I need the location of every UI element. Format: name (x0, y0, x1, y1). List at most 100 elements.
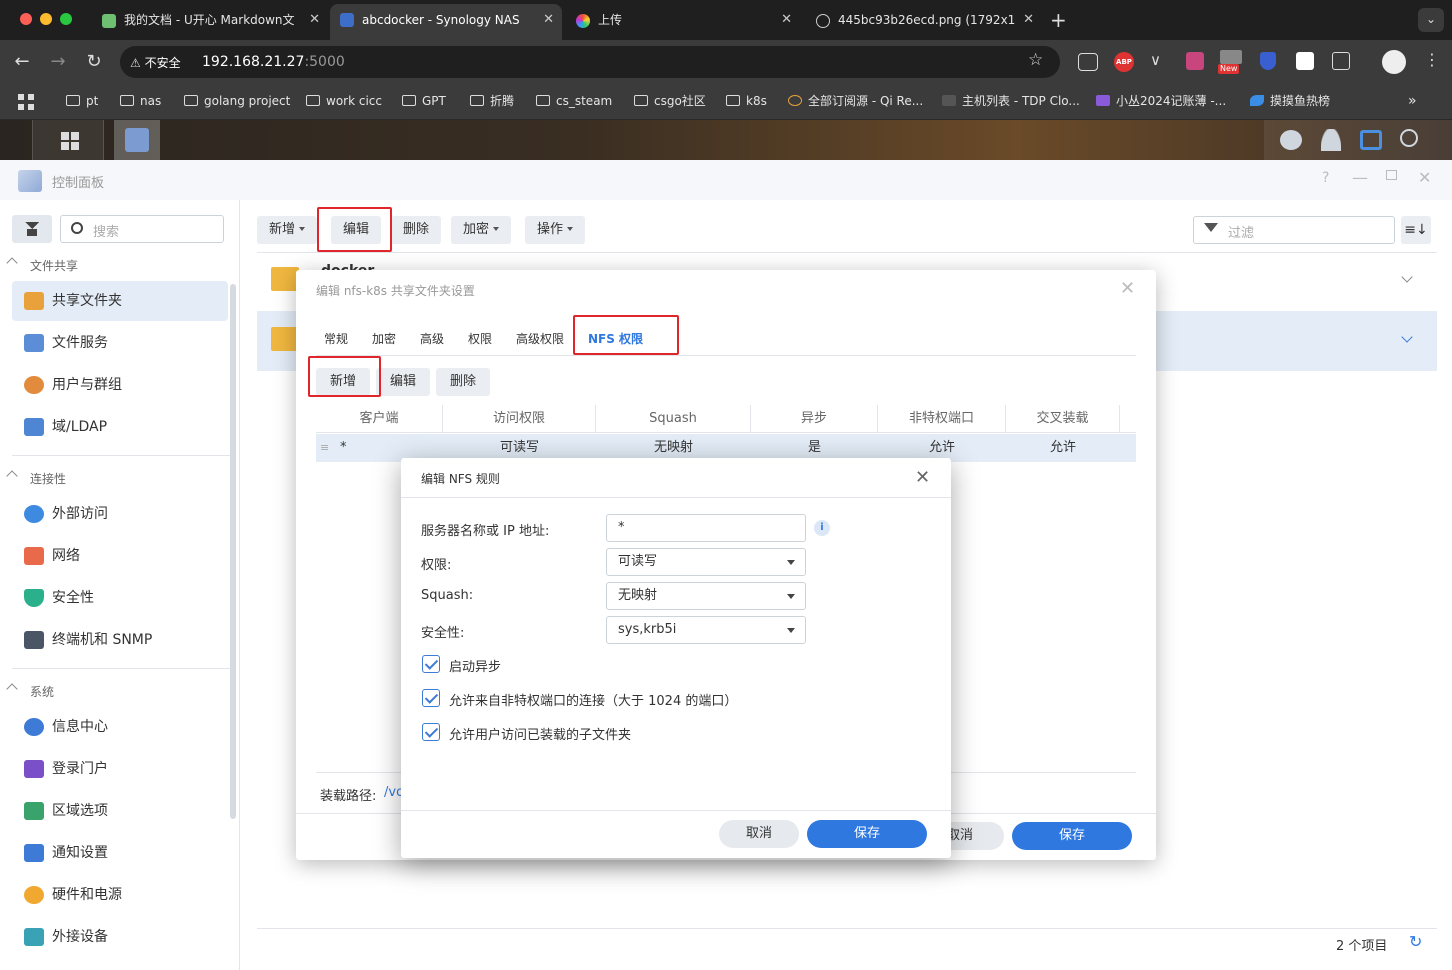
back-icon[interactable]: ← (10, 50, 34, 74)
action-button[interactable]: 操作 (525, 216, 586, 244)
filter-input[interactable]: 过滤 (1193, 216, 1395, 244)
section-header-file-sharing[interactable]: 文件共享 (30, 257, 78, 274)
widgets-icon[interactable] (1360, 130, 1382, 150)
sidebar-item-login-portal[interactable]: 登录门户 (12, 749, 228, 789)
browser-tab[interactable]: 上传 ✕ (566, 6, 800, 34)
tab-search-icon[interactable]: ⌄ (1418, 8, 1444, 32)
sidebar-item-security[interactable]: 安全性 (12, 578, 228, 618)
more-bookmarks-icon[interactable]: » (1408, 92, 1417, 110)
sidebar-item-file-services[interactable]: 文件服务 (12, 323, 228, 363)
save-button[interactable]: 保存 (807, 820, 927, 848)
close-tab-icon[interactable]: ✕ (781, 6, 792, 34)
column-header[interactable]: 非特权端口 (878, 405, 1006, 433)
sidebar-item-shared-folder[interactable]: 共享文件夹 (12, 281, 228, 321)
sidebar-item-info-center[interactable]: 信息中心 (12, 707, 228, 747)
zoom-window-button[interactable] (60, 13, 72, 25)
bookmark-item[interactable]: pt (66, 92, 98, 110)
help-icon[interactable]: ? (1322, 170, 1329, 186)
refresh-icon[interactable]: ↻ (1409, 932, 1422, 951)
minimize-window-button[interactable] (40, 13, 52, 25)
section-header-system[interactable]: 系统 (30, 683, 54, 700)
chevron-down-icon[interactable] (1401, 271, 1413, 283)
column-header[interactable]: 访问权限 (443, 405, 596, 433)
bookmark-item[interactable]: 全部订阅源 - Qi Re... (788, 92, 923, 110)
column-header[interactable]: 客户端 (316, 405, 443, 433)
async-checkbox[interactable] (422, 655, 440, 673)
adblock-icon[interactable]: ABP (1114, 52, 1134, 72)
bookmark-item[interactable]: csgo社区 (634, 92, 706, 110)
new-tab-icon[interactable]: + (1050, 8, 1067, 32)
encrypt-button[interactable]: 加密 (451, 216, 512, 244)
main-menu-button[interactable] (32, 120, 104, 160)
sidebar-item-regional-options[interactable]: 区域选项 (12, 791, 228, 831)
section-header-connectivity[interactable]: 连接性 (30, 470, 66, 487)
extension-icon[interactable] (1296, 52, 1314, 70)
sidebar-item-terminal-snmp[interactable]: 终端机和 SNMP (12, 620, 228, 660)
sidebar-item-external-access[interactable]: 外部访问 (12, 494, 228, 534)
tab-advanced-permissions[interactable]: 高级权限 (516, 330, 564, 347)
sidebar-scrollbar[interactable] (230, 284, 236, 819)
browser-tab-active[interactable]: abcdocker - Synology NAS ✕ (330, 4, 562, 40)
menu-dots-icon[interactable]: ⋮ (1424, 50, 1440, 69)
delete-button[interactable]: 删除 (391, 216, 442, 244)
puzzle-icon[interactable] (1332, 52, 1350, 70)
close-icon[interactable]: ✕ (1120, 278, 1135, 299)
minimize-icon[interactable]: — (1352, 168, 1368, 187)
column-header[interactable]: 交叉装载 (1006, 405, 1120, 433)
control-panel-taskbar-button[interactable] (114, 120, 160, 160)
tab-general[interactable]: 常规 (324, 330, 348, 347)
search-icon[interactable] (1400, 129, 1418, 147)
security-select[interactable]: sys,krb5i (606, 616, 806, 644)
column-header[interactable]: 异步 (751, 405, 878, 433)
tab-advanced[interactable]: 高级 (420, 330, 444, 347)
bookmark-item[interactable]: 摸摸鱼热榜 (1250, 92, 1330, 110)
browser-tab[interactable]: 445bc93b26ecd.png (1792x1 ✕ (806, 6, 1042, 34)
hostname-input[interactable]: * (606, 514, 806, 542)
tab-encryption[interactable]: 加密 (372, 330, 396, 347)
cancel-button[interactable]: 取消 (719, 820, 799, 848)
bookmark-item[interactable]: nas (120, 92, 161, 110)
sidebar-item-domain-ldap[interactable]: 域/LDAP (12, 407, 228, 447)
extension-icon[interactable] (1220, 50, 1242, 64)
tab-permissions[interactable]: 权限 (468, 330, 492, 347)
bookmark-item[interactable]: 小丛2024记账薄 -... (1096, 92, 1226, 110)
close-tab-icon[interactable]: ✕ (1023, 6, 1034, 34)
shield-icon[interactable] (1260, 52, 1276, 70)
maximize-icon[interactable] (1386, 170, 1397, 180)
sidebar-item-network[interactable]: 网络 (12, 536, 228, 576)
sidebar-item-hardware-power[interactable]: 硬件和电源 (12, 875, 228, 915)
close-tab-icon[interactable]: ✕ (309, 6, 320, 34)
search-input[interactable]: 搜索 (60, 215, 224, 243)
column-header[interactable]: Squash (596, 405, 751, 433)
sidebar-item-users-groups[interactable]: 用户与群组 (12, 365, 228, 405)
close-tab-icon[interactable]: ✕ (543, 4, 554, 36)
squash-select[interactable]: 无映射 (606, 582, 806, 610)
chevron-down-icon[interactable] (1401, 331, 1413, 343)
nfs-edit-button[interactable]: 编辑 (376, 368, 430, 396)
user-icon[interactable] (1321, 129, 1341, 151)
extension-icon[interactable] (1078, 53, 1098, 71)
vue-devtools-icon[interactable]: ∨ (1150, 51, 1161, 69)
nfs-delete-button[interactable]: 删除 (436, 368, 490, 396)
chat-icon[interactable] (1280, 130, 1302, 150)
address-bar[interactable]: ⚠ 不安全 192.168.21.27:5000 ☆ (120, 46, 1060, 78)
bookmark-item[interactable]: cs_steam (536, 92, 612, 110)
bookmark-item[interactable]: work cicc (306, 92, 382, 110)
url-text[interactable]: 192.168.21.27:5000 (202, 53, 345, 71)
privilege-select[interactable]: 可读写 (606, 548, 806, 576)
browser-tab[interactable]: 我的文档 - U开心 Markdown文 ✕ (92, 6, 328, 34)
avatar[interactable] (1382, 50, 1406, 74)
bookmark-item[interactable]: k8s (726, 92, 767, 110)
security-indicator[interactable]: ⚠ 不安全 (130, 53, 194, 73)
bookmark-item[interactable]: 主机列表 - TDP Clo... (942, 92, 1080, 110)
nonpriv-port-checkbox[interactable] (422, 689, 440, 707)
drag-handle-icon[interactable]: ≡ (320, 434, 329, 462)
translate-icon[interactable] (1186, 52, 1204, 70)
subfolder-access-checkbox[interactable] (422, 723, 440, 741)
apps-grid-icon[interactable] (18, 94, 34, 110)
close-icon[interactable]: ✕ (1418, 168, 1431, 187)
sidebar-item-external-devices[interactable]: 外接设备 (12, 917, 228, 957)
home-button[interactable] (12, 215, 52, 243)
close-window-button[interactable] (20, 13, 32, 25)
bookmark-item[interactable]: 折腾 (470, 92, 514, 110)
